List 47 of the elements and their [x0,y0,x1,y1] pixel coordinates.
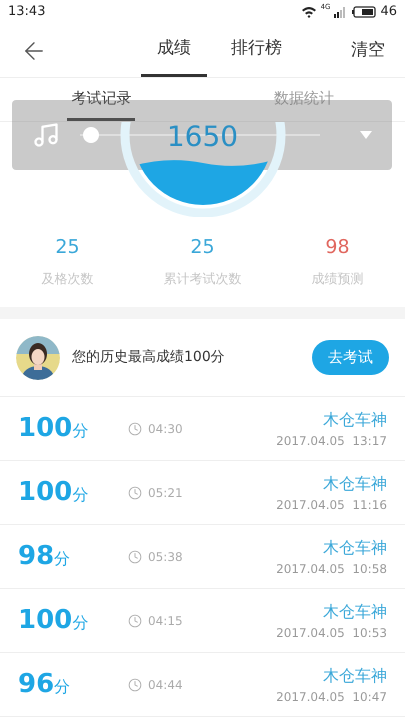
record-duration: 04:44 [148,676,184,694]
record-date: 2017.04.05 11:16 [276,496,387,514]
record-duration: 05:21 [148,484,184,502]
battery-icon [352,6,376,18]
record-name: 木仓车神 [323,536,387,558]
stat-value: 25 [190,235,215,260]
record-score: 98 [18,540,54,573]
score-unit: 分 [54,548,70,570]
best-score-text: 您的历史最高成绩100分 [72,348,226,367]
clock-icon [128,486,142,500]
stat-value: 25 [55,235,80,260]
clock-icon [128,422,142,436]
record-score: 100 [18,604,72,637]
status-time: 13:43 [8,3,46,22]
gauge-value: 1650 [166,119,238,155]
record-date: 2017.04.05 10:58 [276,560,387,578]
record-date: 2017.04.05 13:17 [276,432,387,450]
record-name: 木仓车神 [323,472,387,494]
record-score: 96 [18,668,54,701]
header-tab[interactable]: 成绩 [141,24,207,77]
record-name: 木仓车神 [323,664,387,686]
clock-icon [128,678,142,692]
battery-level: 46 [380,3,397,22]
score-unit: 分 [72,612,88,634]
stat-value: 98 [325,235,350,260]
record-score: 100 [18,476,72,509]
wifi-icon [300,6,317,18]
score-unit: 分 [72,484,88,506]
record-date: 2017.04.05 10:47 [276,688,387,706]
clock-icon [128,550,142,564]
record-duration: 05:38 [148,548,184,566]
header-tab[interactable]: 排行榜 [215,24,298,77]
music-note-icon [32,121,60,149]
clear-button[interactable]: 清空 [327,24,385,77]
stat-label: 累计考试次数 [164,270,242,288]
stat-label: 成绩预测 [312,270,364,288]
record-duration: 04:15 [148,612,184,630]
record-name: 木仓车神 [323,600,387,622]
clock-icon [128,614,142,628]
score-unit: 分 [72,420,88,442]
record-date: 2017.04.05 10:53 [276,624,387,642]
score-unit: 分 [54,676,70,698]
record-duration: 04:30 [148,420,184,438]
sub-tab[interactable]: 考试记录 [67,78,136,121]
record-name: 木仓车神 [323,408,387,430]
record-score: 100 [18,412,72,445]
stat-label: 及格次数 [42,270,94,288]
